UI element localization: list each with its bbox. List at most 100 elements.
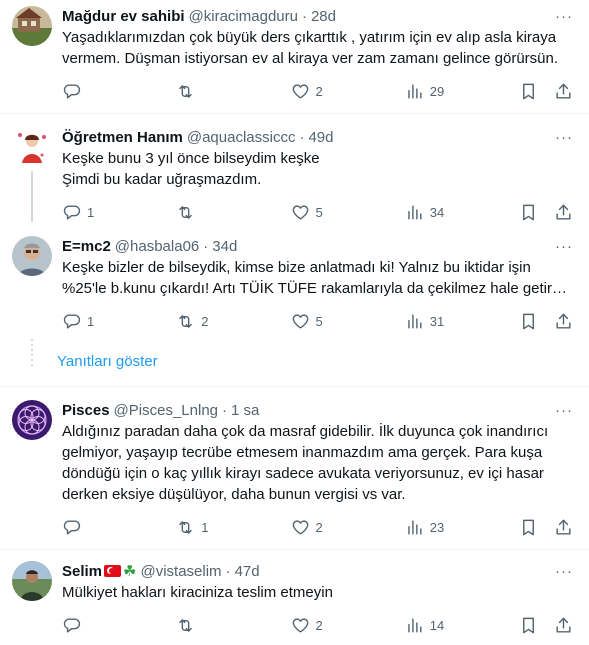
retweet-icon (179, 520, 193, 534)
more-options-icon[interactable]: ··· (555, 8, 573, 25)
share-icon[interactable] (554, 616, 573, 635)
bookmark-icon[interactable] (519, 518, 538, 537)
more-options-icon[interactable]: ··· (555, 402, 573, 419)
views-button[interactable]: 31 (405, 312, 513, 331)
avatar[interactable] (12, 6, 52, 46)
views-button[interactable]: 29 (405, 82, 513, 101)
tweet[interactable]: Selim ☘ @vistaselim · 47d ··· Mülkiyet h… (0, 550, 589, 645)
avatar[interactable] (12, 127, 52, 167)
views-button[interactable]: 14 (405, 616, 513, 635)
action-bar: 1 2 23 (62, 517, 573, 537)
tweet[interactable]: Mağdur ev sahibi @kiracimagduru · 28d ··… (0, 0, 589, 114)
right-actions (519, 518, 573, 537)
reply-button[interactable] (62, 518, 170, 537)
separator-dot: · (299, 128, 305, 146)
views-button[interactable]: 34 (405, 203, 513, 222)
action-bar: 1 2 5 31 (62, 311, 573, 331)
bookmark-icon[interactable] (519, 82, 538, 101)
avatar-column (12, 236, 52, 331)
retweet-icon (179, 618, 193, 632)
avatar[interactable] (12, 561, 52, 601)
views-chart-icon (407, 519, 422, 535)
like-count: 2 (315, 617, 323, 633)
timestamp[interactable]: 1 sa (231, 402, 259, 419)
more-options-icon[interactable]: ··· (555, 238, 573, 255)
retweet-button[interactable] (176, 203, 284, 222)
avatar[interactable] (12, 400, 52, 440)
retweet-count: 1 (201, 519, 209, 535)
right-actions (519, 616, 573, 635)
author-name[interactable]: E=mc2 (62, 238, 111, 255)
heart-icon (292, 519, 308, 535)
like-button[interactable]: 2 (291, 616, 399, 635)
views-chart-icon (407, 204, 422, 220)
author-name[interactable]: Pisces (62, 402, 110, 419)
more-options-icon[interactable]: ··· (555, 129, 573, 146)
turkey-flag-icon (104, 565, 122, 577)
heart-icon (292, 204, 308, 220)
avatar-column (12, 400, 52, 537)
tweet[interactable]: Öğretmen Hanım @aquaclassiccc · 49d ··· … (0, 114, 589, 232)
author-name[interactable]: Mağdur ev sahibi (62, 8, 185, 25)
tweet-header: Mağdur ev sahibi @kiracimagduru · 28d ··… (62, 6, 573, 26)
retweet-button[interactable] (176, 616, 284, 635)
tweet-text: Aldığınız paradan daha çok da masraf gid… (62, 423, 553, 503)
like-count: 5 (315, 313, 323, 329)
share-icon[interactable] (554, 312, 573, 331)
tweet-header: E=mc2 @hasbala06 · 34d ··· (62, 236, 573, 256)
share-icon[interactable] (554, 203, 573, 222)
tweet-text: Keşke bizler de bilseydik, kimse bize an… (62, 259, 573, 297)
bookmark-icon[interactable] (519, 203, 538, 222)
retweet-button[interactable] (176, 82, 284, 101)
tweet[interactable]: Pisces @Pisces_Lnlng · 1 sa ··· Aldığını… (0, 387, 589, 550)
view-count: 31 (429, 313, 445, 329)
bookmark-icon[interactable] (519, 616, 538, 635)
tweet-header: Pisces @Pisces_Lnlng · 1 sa ··· (62, 400, 573, 420)
share-icon[interactable] (554, 518, 573, 537)
reply-button[interactable]: 1 (62, 203, 170, 222)
avatar[interactable] (12, 236, 52, 276)
show-replies-link[interactable]: Yanıtları göster (0, 339, 589, 387)
author-handle[interactable]: @vistaselim (140, 563, 221, 580)
separator-dot: · (225, 562, 231, 580)
right-actions (519, 82, 573, 101)
author-handle[interactable]: @hasbala06 (115, 238, 199, 255)
tweet-header: Öğretmen Hanım @aquaclassiccc · 49d ··· (62, 127, 573, 147)
separator-dot: · (301, 7, 307, 25)
author-name[interactable]: Öğretmen Hanım (62, 129, 183, 146)
timestamp[interactable]: 28d (311, 8, 336, 25)
timestamp[interactable]: 47d (235, 563, 260, 580)
views-chart-icon (407, 313, 422, 329)
thread-dotted-line (31, 339, 33, 367)
four-leaf-clover-icon: ☘ (123, 563, 137, 580)
author-handle[interactable]: @Pisces_Lnlng (114, 402, 218, 419)
more-options-icon[interactable]: ··· (555, 563, 573, 580)
thread-line (31, 171, 33, 222)
retweet-icon (179, 84, 193, 98)
reply-icon (63, 519, 81, 535)
views-button[interactable]: 23 (405, 518, 513, 537)
timestamp[interactable]: 49d (308, 129, 333, 146)
heart-icon (292, 83, 308, 99)
tweet[interactable]: E=mc2 @hasbala06 · 34d ··· Keşke bizler … (0, 232, 589, 339)
reply-button[interactable] (62, 82, 170, 101)
retweet-button[interactable]: 2 (176, 312, 284, 331)
tweet-header: Selim ☘ @vistaselim · 47d ··· (62, 561, 573, 581)
reply-button[interactable] (62, 616, 170, 635)
reply-button[interactable]: 1 (62, 312, 170, 331)
share-icon[interactable] (554, 82, 573, 101)
timestamp[interactable]: 34d (212, 238, 237, 255)
retweet-button[interactable]: 1 (176, 518, 284, 537)
bookmark-icon[interactable] (519, 312, 538, 331)
avatar-column (12, 561, 52, 635)
author-name[interactable]: Selim (62, 563, 102, 580)
views-chart-icon (407, 83, 422, 99)
reply-count: 1 (87, 204, 95, 220)
reply-icon (63, 83, 81, 99)
like-button[interactable]: 5 (291, 203, 399, 222)
author-handle[interactable]: @aquaclassiccc (187, 129, 296, 146)
like-button[interactable]: 2 (291, 518, 399, 537)
like-button[interactable]: 2 (291, 82, 399, 101)
like-button[interactable]: 5 (291, 312, 399, 331)
author-handle[interactable]: @kiracimagduru (189, 8, 298, 25)
